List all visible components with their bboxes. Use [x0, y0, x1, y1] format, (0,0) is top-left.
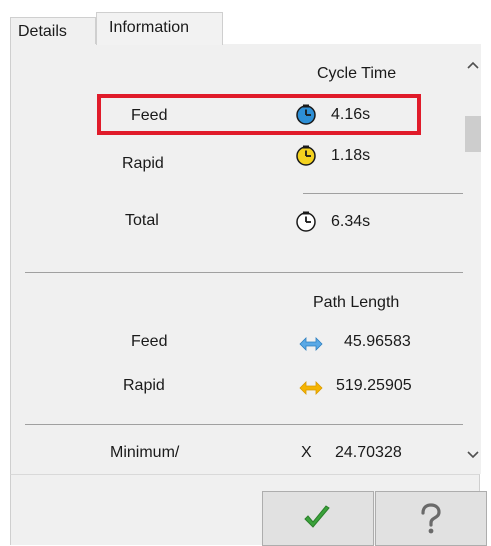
cycle-time-header: Cycle Time [317, 65, 397, 82]
path-rapid-label: Rapid [123, 377, 165, 394]
total-divider [303, 193, 463, 194]
clock-white-icon [296, 211, 316, 232]
minimum-x-value: 24.70328 [335, 444, 402, 461]
cycle-rapid-label: Rapid [122, 155, 164, 172]
vertical-scrollbar[interactable] [465, 44, 481, 474]
ok-button[interactable] [262, 491, 374, 546]
tab-bar: Details Information [0, 0, 491, 45]
information-content: Cycle Time Feed 4.16s Rapid 1.18s Total … [11, 44, 465, 474]
clock-blue-icon [296, 104, 316, 125]
tab-details[interactable]: Details [10, 17, 96, 44]
information-panel: Cycle Time Feed 4.16s Rapid 1.18s Total … [10, 44, 481, 474]
dialog-footer [10, 474, 487, 546]
double-arrow-blue-icon [299, 337, 323, 351]
checkmark-icon [304, 505, 330, 528]
tab-information[interactable]: Information [96, 12, 223, 45]
cycle-total-label: Total [125, 212, 159, 229]
question-mark-icon [421, 503, 441, 534]
path-rapid-value: 519.25905 [336, 377, 412, 394]
cycle-feed-label: Feed [131, 107, 168, 124]
clock-yellow-icon [296, 145, 316, 166]
path-feed-label: Feed [131, 333, 168, 350]
scrollbar-thumb[interactable] [465, 116, 481, 152]
help-button[interactable] [375, 491, 487, 546]
cycle-feed-value: 4.16s [331, 106, 371, 123]
extents-divider [25, 424, 463, 425]
section-divider [25, 272, 463, 273]
minimum-label: Minimum/ [110, 444, 180, 461]
x-axis-label: X [301, 444, 312, 461]
double-arrow-orange-icon [299, 381, 323, 395]
cycle-total-value: 6.34s [331, 213, 371, 230]
scroll-down-icon[interactable] [465, 446, 481, 462]
path-feed-value: 45.96583 [344, 333, 411, 350]
scroll-up-icon[interactable] [465, 58, 481, 74]
path-length-header: Path Length [313, 294, 400, 311]
cycle-rapid-value: 1.18s [331, 147, 371, 164]
